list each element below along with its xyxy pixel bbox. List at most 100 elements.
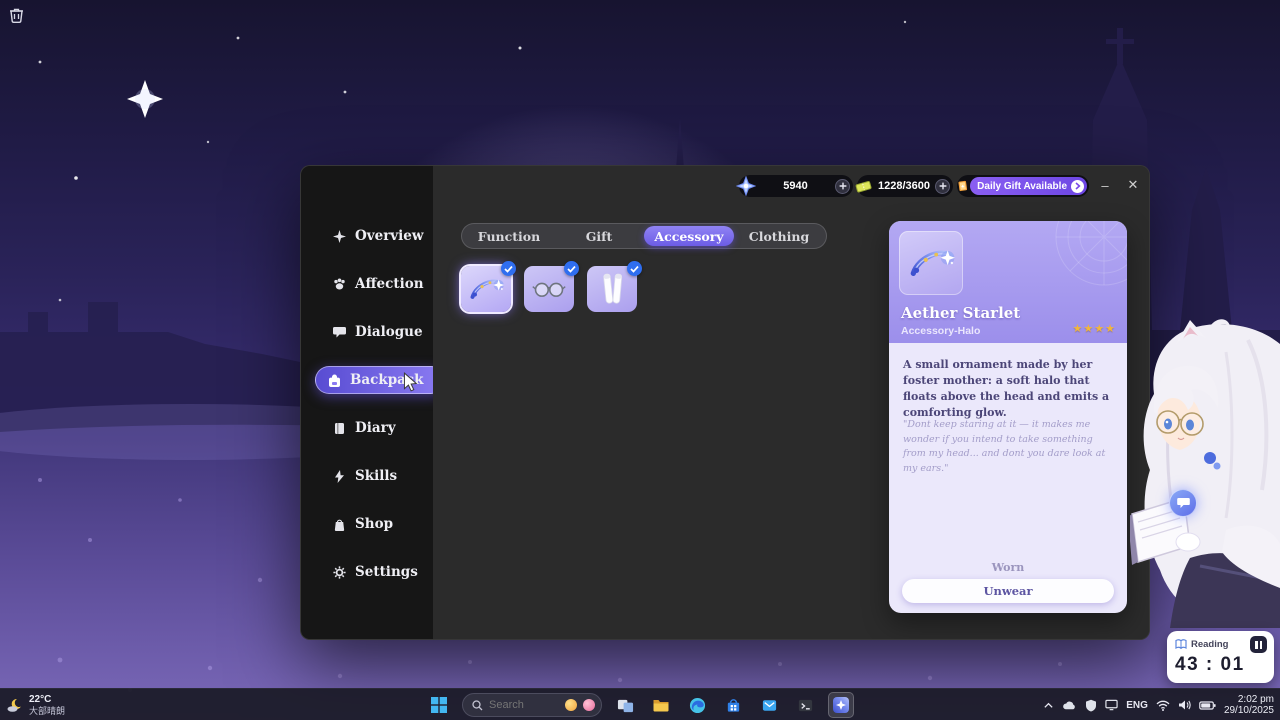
sidebar-item-label: Overview — [355, 228, 424, 244]
recycle-bin-icon[interactable] — [8, 6, 25, 28]
tab-accessory[interactable]: Accessory — [644, 226, 734, 246]
equipped-check-icon — [564, 261, 579, 276]
inventory-item-stockings[interactable] — [587, 266, 637, 312]
star-currency-icon — [736, 176, 756, 196]
companion-app-window: Overview Affection Dialogue — [300, 165, 1150, 640]
taskbar-center — [426, 689, 854, 720]
equipped-check-icon — [627, 261, 642, 276]
file-explorer-icon[interactable] — [648, 692, 674, 718]
inventory-item-glasses[interactable] — [524, 266, 574, 312]
book-icon — [1175, 639, 1187, 650]
clock-time: 2:02 pm — [1238, 694, 1274, 705]
store-icon[interactable] — [720, 692, 746, 718]
reading-widget: Reading 43 : 01 — [1167, 631, 1274, 683]
reading-widget-label: Reading — [1191, 639, 1246, 650]
search-input[interactable] — [489, 699, 559, 711]
volume-icon[interactable] — [1178, 699, 1191, 711]
windows-logo-icon — [431, 697, 447, 713]
skill-icon — [333, 470, 346, 483]
star-currency-value: 5940 — [756, 180, 835, 192]
inventory-item-halo[interactable] — [461, 266, 511, 312]
search-highlight-icon — [583, 699, 595, 711]
daily-gift-button[interactable]: Daily Gift Available — [970, 177, 1087, 195]
window-content: 5940 1228/3600 — [433, 166, 1149, 639]
desktop: Overview Affection Dialogue — [0, 0, 1280, 720]
pause-button[interactable] — [1250, 636, 1267, 653]
sidebar-item-label: Dialogue — [355, 324, 423, 340]
star-currency-pill: 5940 — [739, 175, 853, 197]
sidebar-item-dialogue[interactable]: Dialogue — [301, 308, 433, 356]
halo-accessory-icon — [905, 238, 957, 288]
glasses-accessory-icon — [529, 270, 569, 308]
add-star-currency-button[interactable] — [835, 179, 850, 194]
unwear-button[interactable]: Unwear — [902, 579, 1114, 603]
item-description: A small ornament made by her foster moth… — [903, 357, 1114, 421]
shop-icon — [333, 518, 346, 531]
stockings-accessory-icon — [592, 270, 632, 308]
tab-gift[interactable]: Gift — [554, 226, 644, 246]
language-indicator[interactable]: ENG — [1126, 700, 1148, 711]
sidebar-item-settings[interactable]: Settings — [301, 548, 433, 596]
sidebar-item-overview[interactable]: Overview — [301, 212, 433, 260]
backpack-icon — [328, 374, 341, 387]
hair-ornament — [1204, 452, 1216, 464]
ticket-currency-icon — [854, 177, 873, 196]
weather-temperature: 22°C — [29, 694, 65, 706]
sidebar-item-diary[interactable]: Diary — [301, 404, 433, 452]
companion-character[interactable] — [1130, 318, 1280, 628]
security-shield-icon[interactable] — [1085, 699, 1097, 712]
sidebar-item-shop[interactable]: Shop — [301, 500, 433, 548]
hidden-icons-chevron-icon[interactable] — [1043, 701, 1054, 709]
task-view-icon[interactable] — [612, 692, 638, 718]
sidebar-item-skills[interactable]: Skills — [301, 452, 433, 500]
chat-icon — [333, 326, 346, 339]
weather-widget[interactable]: 22°C 大部晴朗 — [6, 689, 65, 720]
sidebar-item-affection[interactable]: Affection — [301, 260, 433, 308]
taskbar-tray: ENG 2:02 pm 29/10/2025 — [1043, 689, 1274, 720]
halo-accessory-icon — [466, 270, 506, 308]
chat-icon — [1177, 497, 1190, 509]
chevron-right-icon — [1071, 180, 1084, 193]
gloved-hand — [1176, 533, 1200, 551]
sidebar-item-label: Diary — [355, 420, 396, 436]
ticket-currency-value: 1228/3600 — [873, 180, 935, 192]
equipped-check-icon — [501, 261, 516, 276]
minimize-button[interactable]: – — [1091, 172, 1119, 198]
plus-icon — [839, 182, 847, 190]
mouse-cursor — [402, 372, 418, 392]
tab-clothing[interactable]: Clothing — [734, 226, 824, 246]
wifi-icon[interactable] — [1156, 700, 1170, 711]
reading-timer: 43 : 01 — [1175, 654, 1267, 676]
battery-icon[interactable] — [1199, 701, 1216, 710]
search-highlight-icon — [565, 699, 577, 711]
taskbar-search[interactable] — [462, 693, 602, 717]
clock-date: 29/10/2025 — [1224, 705, 1274, 716]
worn-status: Worn — [889, 561, 1127, 574]
sidebar-item-label: Shop — [355, 516, 393, 532]
sidebar-item-label: Settings — [355, 564, 418, 580]
sidebar: Overview Affection Dialogue — [301, 166, 433, 639]
add-ticket-currency-button[interactable] — [935, 179, 950, 194]
close-button[interactable]: ✕ — [1119, 172, 1147, 198]
taskbar-clock[interactable]: 2:02 pm 29/10/2025 — [1224, 694, 1274, 716]
item-quote: "Dont keep staring at it — it makes me w… — [903, 418, 1110, 477]
inventory-grid — [461, 266, 637, 312]
item-image — [899, 231, 963, 295]
edge-browser-icon[interactable] — [684, 692, 710, 718]
display-icon[interactable] — [1105, 699, 1118, 711]
item-category: Accessory-Halo — [901, 325, 980, 337]
item-title: Aether Starlet — [901, 304, 1020, 322]
companion-app-icon[interactable] — [828, 692, 854, 718]
mail-icon[interactable] — [756, 692, 782, 718]
chat-bubble-button[interactable] — [1169, 489, 1197, 517]
taskbar: 22°C 大部晴朗 — [0, 688, 1280, 720]
terminal-icon[interactable] — [792, 692, 818, 718]
compass-icon — [333, 230, 346, 243]
start-button[interactable] — [426, 692, 452, 718]
gift-book-icon — [956, 177, 969, 195]
paw-icon — [333, 278, 346, 291]
onedrive-cloud-icon[interactable] — [1062, 700, 1077, 711]
tab-function[interactable]: Function — [464, 226, 554, 246]
item-rarity-stars: ★★★★ — [1073, 322, 1116, 335]
sidebar-item-label: Skills — [355, 468, 397, 484]
